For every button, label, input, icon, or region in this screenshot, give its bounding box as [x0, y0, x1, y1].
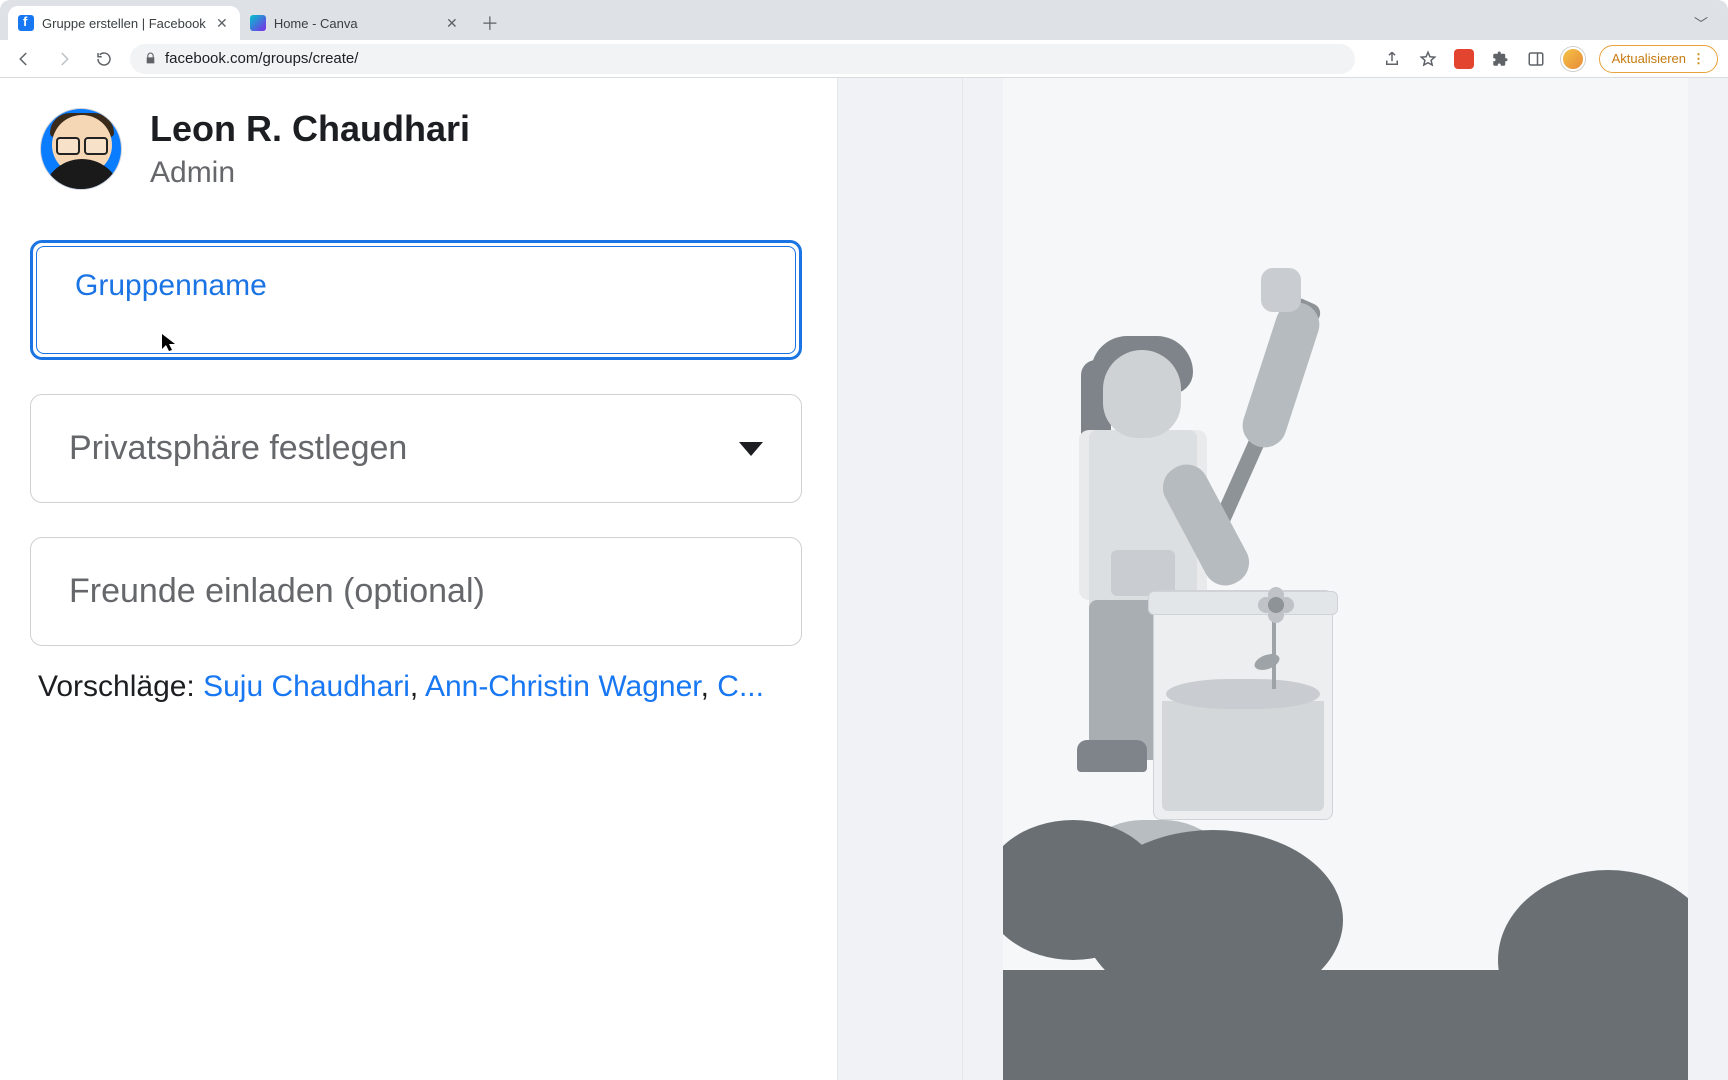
- canva-favicon-icon: [250, 15, 266, 31]
- back-button[interactable]: [10, 45, 38, 73]
- suggestion-link[interactable]: C...: [717, 670, 764, 703]
- planter-illustration: [1153, 590, 1333, 820]
- star-icon: [1419, 50, 1437, 68]
- invite-label: Freunde einladen (optional): [69, 572, 485, 611]
- page-content: Leon R. Chaudhari Admin Gruppenname Priv…: [0, 78, 1728, 1080]
- arrow-right-icon: [55, 50, 73, 68]
- bookmark-button[interactable]: [1417, 48, 1439, 70]
- sidepanel-button[interactable]: [1525, 48, 1547, 70]
- url-text: facebook.com/groups/create/: [165, 50, 358, 67]
- arrow-left-icon: [15, 50, 33, 68]
- puzzle-icon: [1491, 50, 1509, 68]
- ublock-extension[interactable]: [1453, 48, 1475, 70]
- new-tab-button[interactable]: ＋: [476, 9, 504, 37]
- privacy-select[interactable]: Privatsphäre festlegen: [30, 394, 802, 503]
- browser-tab-inactive[interactable]: Home - Canva ✕: [240, 6, 470, 40]
- address-bar[interactable]: facebook.com/groups/create/: [130, 44, 1355, 74]
- user-role: Admin: [150, 156, 470, 190]
- close-tab-icon[interactable]: ✕: [214, 15, 230, 31]
- suggestions-label: Vorschläge:: [38, 670, 203, 703]
- preview-panel: [963, 78, 1728, 1080]
- user-name: Leon R. Chaudhari: [150, 108, 470, 150]
- browser-tab-active[interactable]: Gruppe erstellen | Facebook ✕: [8, 6, 240, 40]
- share-icon: [1383, 50, 1401, 68]
- invite-friends-field[interactable]: Freunde einladen (optional): [30, 537, 802, 646]
- forward-button[interactable]: [50, 45, 78, 73]
- tab-title: Gruppe erstellen | Facebook: [42, 16, 206, 31]
- toolbar: facebook.com/groups/create/ Aktualisiere…: [0, 40, 1728, 78]
- tab-title: Home - Canva: [274, 16, 436, 31]
- user-avatar[interactable]: [40, 108, 122, 190]
- admin-row: Leon R. Chaudhari Admin: [40, 108, 837, 190]
- toolbar-right: Aktualisieren ⋮: [1381, 45, 1718, 73]
- more-dots-icon: ⋮: [1692, 51, 1705, 67]
- friend-suggestions: Vorschläge: Suju Chaudhari, Ann-Christin…: [38, 670, 837, 704]
- tabs-overflow[interactable]: ﹀: [1694, 14, 1708, 34]
- update-button[interactable]: Aktualisieren ⋮: [1599, 45, 1718, 73]
- panel-icon: [1527, 50, 1545, 68]
- create-group-panel: Leon R. Chaudhari Admin Gruppenname Priv…: [0, 78, 837, 1080]
- suggestion-link[interactable]: Ann-Christin Wagner: [425, 670, 701, 703]
- close-tab-icon[interactable]: ✕: [444, 15, 460, 31]
- ublock-icon: [1454, 49, 1474, 69]
- group-name-field[interactable]: Gruppenname: [30, 240, 802, 360]
- preview-gap: [837, 78, 963, 1080]
- lock-icon: [144, 52, 157, 65]
- profile-avatar[interactable]: [1561, 47, 1585, 71]
- share-button[interactable]: [1381, 48, 1403, 70]
- group-cover-illustration: [1003, 78, 1688, 1080]
- privacy-label: Privatsphäre festlegen: [69, 429, 407, 468]
- suggestion-link[interactable]: Suju Chaudhari: [203, 670, 410, 703]
- facebook-favicon-icon: [18, 15, 34, 31]
- reload-icon: [95, 50, 113, 68]
- group-name-label: Gruppenname: [75, 269, 757, 303]
- tab-strip: Gruppe erstellen | Facebook ✕ Home - Can…: [0, 0, 1728, 40]
- extensions-button[interactable]: [1489, 48, 1511, 70]
- update-label: Aktualisieren: [1612, 51, 1686, 66]
- caret-down-icon: [739, 442, 763, 456]
- chevron-down-icon: ﹀: [1694, 16, 1708, 32]
- reload-button[interactable]: [90, 45, 118, 73]
